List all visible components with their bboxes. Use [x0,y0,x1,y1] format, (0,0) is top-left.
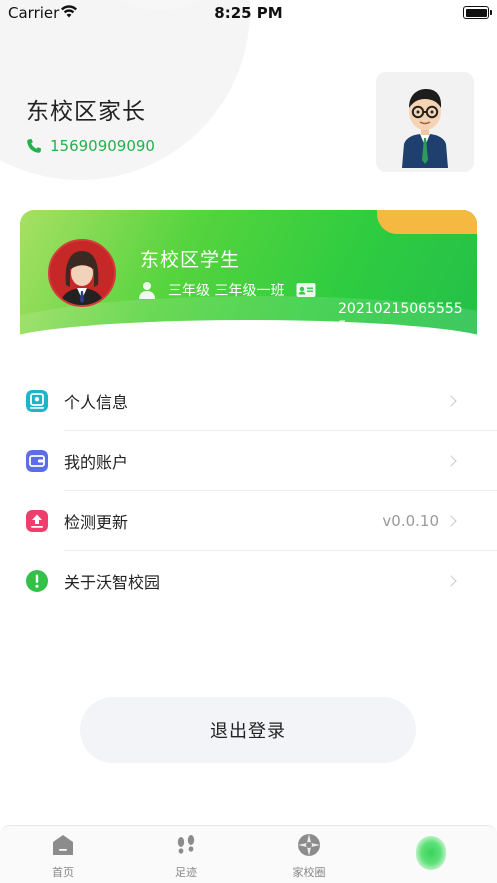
menu-item-my-account[interactable]: 我的账户 [0,431,497,491]
phone-icon [27,139,41,153]
profile-page: Carrier 8:25 PM 东校区家长 15690909090 东校区学生 … [0,0,497,883]
grade-row: 三年级 三年级一班 [138,280,316,300]
logout-button[interactable]: 退出登录 [80,697,416,763]
person-icon [139,282,155,299]
parent-name: 东校区家长 [26,99,146,125]
wallet-icon [26,450,48,472]
info-icon [26,570,48,592]
tab-bar: 首页 足迹 家校圈 [0,825,497,883]
home-icon [53,835,73,855]
aperture-icon [298,834,320,856]
profile-icon [26,390,48,412]
tab-home[interactable]: 首页 [18,832,108,880]
parent-avatar[interactable] [376,72,474,172]
chevron-right-icon [445,395,457,407]
menu-label: 个人信息 [64,393,129,412]
student-name: 东校区学生 [140,249,241,271]
card-corner-ribbon [377,210,477,234]
phone-number: 15690909090 [50,137,155,155]
student-id: 20210215065555 5 [338,301,463,335]
menu-label: 检测更新 [64,513,129,532]
student-avatar[interactable] [48,239,116,307]
battery-icon [463,6,492,19]
menu-item-personal-info[interactable]: 个人信息 [0,371,497,431]
status-bar: Carrier 8:25 PM [0,0,497,28]
teacher-avatar-illustration [376,72,474,172]
id-card-icon [296,283,316,297]
grade-class: 三年级 三年级一班 [168,283,285,299]
phone-row: 15690909090 [26,137,155,155]
tab-profile-active[interactable] [416,836,446,870]
app-version: v0.0.10 [382,512,439,530]
menu-item-about[interactable]: 关于沃智校园 [0,551,497,611]
upload-icon [26,510,48,532]
clock: 8:25 PM [214,4,283,22]
student-photo-illustration [50,241,114,305]
chevron-right-icon [445,575,457,587]
chevron-right-icon [445,455,457,467]
settings-menu: 个人信息 我的账户 检测更新 v0.0.10 关于沃智校园 [0,371,497,611]
tab-label: 家校圈 [292,866,326,879]
tab-school-circle[interactable]: 家校圈 [264,832,354,880]
footprints-icon [177,835,195,854]
tab-label: 首页 [52,866,74,879]
menu-label: 我的账户 [64,453,129,472]
menu-label: 关于沃智校园 [64,573,161,592]
menu-item-check-update[interactable]: 检测更新 v0.0.10 [0,491,497,551]
tab-footprints[interactable]: 足迹 [141,832,231,880]
tab-label: 足迹 [175,866,197,879]
chevron-right-icon [445,515,457,527]
